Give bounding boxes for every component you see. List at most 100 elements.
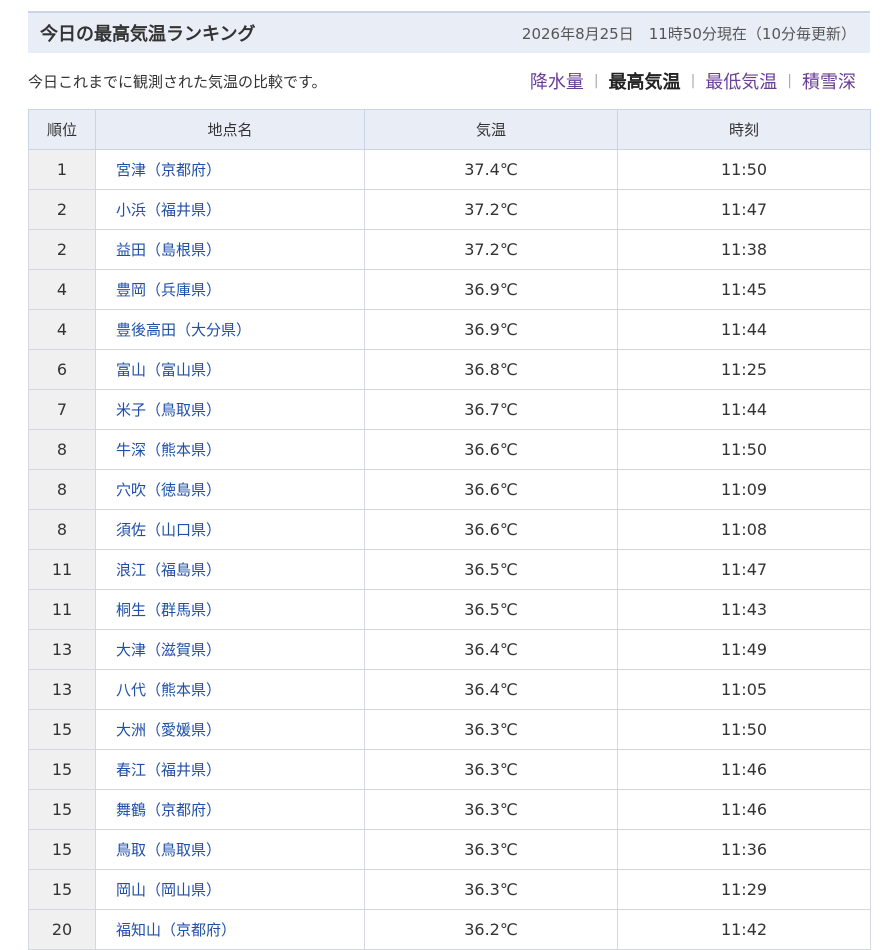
ranking-panel: 今日の最高気温ランキング 2026年8月25日 11時50分現在（10分毎更新）… — [28, 11, 871, 950]
time-cell: 11:46 — [617, 749, 871, 790]
table-row: 2 益田（島根県） 37.2℃ 11:38 — [28, 229, 871, 270]
place-cell: 穴吹（徳島県） — [95, 469, 365, 510]
column-header-temperature: 気温 — [364, 109, 618, 150]
rank-cell: 13 — [28, 629, 96, 670]
temperature-cell: 36.4℃ — [364, 669, 618, 710]
ranking-header: 今日の最高気温ランキング 2026年8月25日 11時50分現在（10分毎更新） — [28, 11, 870, 53]
place-cell: 小浜（福井県） — [95, 189, 365, 230]
table-header-row: 順位 地点名 気温 時刻 — [28, 109, 871, 150]
time-cell: 11:43 — [617, 589, 871, 630]
place-link[interactable]: 小浜（福井県） — [116, 201, 221, 219]
place-cell: 豊岡（兵庫県） — [95, 269, 365, 310]
rank-cell: 15 — [28, 749, 96, 790]
place-cell: 岡山（岡山県） — [95, 869, 365, 910]
nav-item-snow-depth[interactable]: 積雪深 — [802, 68, 856, 94]
table-row: 11 桐生（群馬県） 36.5℃ 11:43 — [28, 589, 871, 630]
subheader-row: 今日これまでに観測された気温の比較です。 降水量 | 最高気温 | 最低気温 |… — [28, 53, 870, 109]
place-link[interactable]: 大洲（愛媛県） — [116, 721, 221, 739]
table-row: 15 春江（福井県） 36.3℃ 11:46 — [28, 749, 871, 790]
column-header-place: 地点名 — [95, 109, 365, 150]
time-cell: 11:42 — [617, 909, 871, 950]
nav-separator: | — [690, 73, 696, 89]
column-header-rank: 順位 — [28, 109, 96, 150]
temperature-cell: 36.3℃ — [364, 829, 618, 870]
place-link[interactable]: 米子（鳥取県） — [116, 401, 221, 419]
table-row: 1 宮津（京都府） 37.4℃ 11:50 — [28, 149, 871, 190]
time-cell: 11:25 — [617, 349, 871, 390]
rank-cell: 11 — [28, 549, 96, 590]
time-cell: 11:49 — [617, 629, 871, 670]
place-link[interactable]: 豊後高田（大分県） — [116, 321, 251, 339]
place-link[interactable]: 福知山（京都府） — [116, 921, 236, 939]
place-link[interactable]: 益田（島根県） — [116, 241, 221, 259]
temperature-cell: 36.3℃ — [364, 749, 618, 790]
page-title: 今日の最高気温ランキング — [40, 24, 256, 45]
temperature-cell: 36.7℃ — [364, 389, 618, 430]
nav-separator: | — [593, 73, 599, 89]
update-timestamp: 2026年8月25日 11時50分現在（10分毎更新） — [521, 24, 856, 43]
place-cell: 宮津（京都府） — [95, 149, 365, 190]
place-cell: 桐生（群馬県） — [95, 589, 365, 630]
temperature-cell: 36.3℃ — [364, 869, 618, 910]
table-row: 8 牛深（熊本県） 36.6℃ 11:50 — [28, 429, 871, 470]
temperature-cell: 36.8℃ — [364, 349, 618, 390]
place-link[interactable]: 穴吹（徳島県） — [116, 481, 221, 499]
time-cell: 11:50 — [617, 429, 871, 470]
rank-cell: 8 — [28, 469, 96, 510]
rank-cell: 2 — [28, 229, 96, 270]
ranking-table: 順位 地点名 気温 時刻 1 宮津（京都府） 37.4℃ 11:50 2 小浜（福井県） 3… — [28, 109, 871, 950]
place-link[interactable]: 舞鶴（京都府） — [116, 801, 221, 819]
temperature-cell: 36.5℃ — [364, 549, 618, 590]
place-link[interactable]: 桐生（群馬県） — [116, 601, 221, 619]
nav-item-precipitation[interactable]: 降水量 — [530, 68, 584, 94]
table-row: 2 小浜（福井県） 37.2℃ 11:47 — [28, 189, 871, 230]
ranking-description: 今日これまでに観測された気温の比較です。 — [28, 72, 327, 91]
table-row: 4 豊後高田（大分県） 36.9℃ 11:44 — [28, 309, 871, 350]
place-link[interactable]: 牛深（熊本県） — [116, 441, 221, 459]
temperature-cell: 37.2℃ — [364, 189, 618, 230]
temperature-cell: 36.5℃ — [364, 589, 618, 630]
place-link[interactable]: 宮津（京都府） — [116, 161, 221, 179]
table-row: 13 大津（滋賀県） 36.4℃ 11:49 — [28, 629, 871, 670]
ranking-table-body: 1 宮津（京都府） 37.4℃ 11:50 2 小浜（福井県） 37.2℃ 11:47 2 益田（… — [28, 149, 871, 950]
time-cell: 11:47 — [617, 189, 871, 230]
table-row: 4 豊岡（兵庫県） 36.9℃ 11:45 — [28, 269, 871, 310]
rank-cell: 20 — [28, 909, 96, 950]
rank-cell: 15 — [28, 709, 96, 750]
table-row: 15 鳥取（鳥取県） 36.3℃ 11:36 — [28, 829, 871, 870]
rank-cell: 15 — [28, 829, 96, 870]
time-cell: 11:45 — [617, 269, 871, 310]
place-cell: 鳥取（鳥取県） — [95, 829, 365, 870]
place-link[interactable]: 大津（滋賀県） — [116, 641, 221, 659]
time-cell: 11:36 — [617, 829, 871, 870]
temperature-cell: 36.3℃ — [364, 789, 618, 830]
place-link[interactable]: 豊岡（兵庫県） — [116, 281, 221, 299]
table-row: 11 浪江（福島県） 36.5℃ 11:47 — [28, 549, 871, 590]
rank-cell: 11 — [28, 589, 96, 630]
temperature-cell: 36.9℃ — [364, 309, 618, 350]
table-row: 15 大洲（愛媛県） 36.3℃ 11:50 — [28, 709, 871, 750]
table-row: 6 富山（富山県） 36.8℃ 11:25 — [28, 349, 871, 390]
rank-cell: 1 — [28, 149, 96, 190]
temperature-cell: 36.6℃ — [364, 509, 618, 550]
nav-item-max-temperature: 最高気温 — [608, 72, 681, 93]
place-link[interactable]: 岡山（岡山県） — [116, 881, 221, 899]
nav-item-min-temperature[interactable]: 最低気温 — [705, 68, 777, 94]
time-cell: 11:09 — [617, 469, 871, 510]
table-row: 15 舞鶴（京都府） 36.3℃ 11:46 — [28, 789, 871, 830]
table-row: 15 岡山（岡山県） 36.3℃ 11:29 — [28, 869, 871, 910]
place-cell: 富山（富山県） — [95, 349, 365, 390]
place-link[interactable]: 須佐（山口県） — [116, 521, 221, 539]
temperature-cell: 37.2℃ — [364, 229, 618, 270]
place-link[interactable]: 富山（富山県） — [116, 361, 221, 379]
time-cell: 11:46 — [617, 789, 871, 830]
place-link[interactable]: 鳥取（鳥取県） — [116, 841, 221, 859]
place-link[interactable]: 八代（熊本県） — [116, 681, 221, 699]
time-cell: 11:08 — [617, 509, 871, 550]
place-cell: 福知山（京都府） — [95, 909, 365, 950]
temperature-cell: 37.4℃ — [364, 149, 618, 190]
rank-cell: 2 — [28, 189, 96, 230]
place-link[interactable]: 浪江（福島県） — [116, 561, 221, 579]
place-link[interactable]: 春江（福井県） — [116, 761, 221, 779]
table-row: 20 福知山（京都府） 36.2℃ 11:42 — [28, 909, 871, 950]
